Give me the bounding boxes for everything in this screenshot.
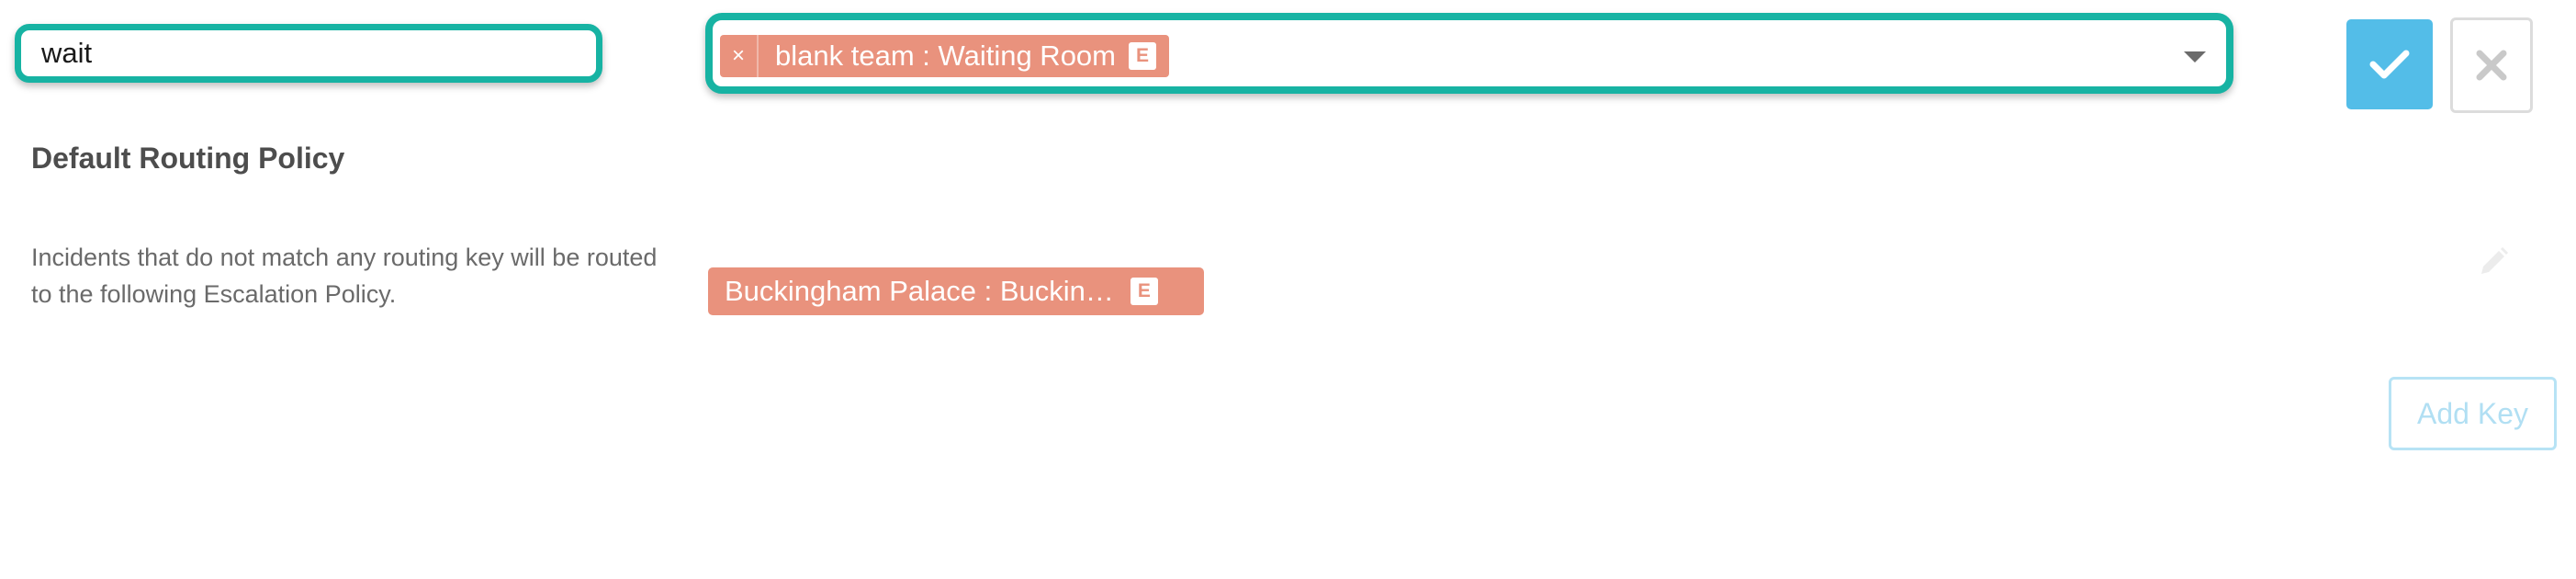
add-key-button[interactable]: Add Key xyxy=(2389,377,2557,450)
selected-policy-tag: × blank team : Waiting Room E xyxy=(720,35,1170,77)
confirm-button[interactable] xyxy=(2346,19,2433,109)
pencil-icon xyxy=(2481,247,2508,274)
default-policy-label: Buckingham Palace : Buckin… xyxy=(725,275,1114,307)
routing-key-field[interactable] xyxy=(15,24,602,83)
selected-policy-name: blank team : Waiting Room xyxy=(775,40,1117,72)
default-policy-tag: Buckingham Palace : Buckin… E xyxy=(708,267,1204,315)
close-icon xyxy=(2476,50,2507,81)
selected-policy-label: blank team : Waiting Room E xyxy=(759,35,1169,77)
routing-keys-editor: × blank team : Waiting Room E Default Ro… xyxy=(0,0,2576,579)
default-routing-policy-description: Incidents that do not match any routing … xyxy=(31,244,658,308)
escalation-policy-select[interactable]: × blank team : Waiting Room E xyxy=(705,13,2233,94)
escalation-badge: E xyxy=(1129,42,1157,70)
checkmark-icon xyxy=(2369,50,2410,79)
edit-default-policy-button[interactable] xyxy=(2474,244,2511,281)
routing-key-input[interactable] xyxy=(41,37,576,70)
remove-tag-icon[interactable]: × xyxy=(720,35,759,77)
escalation-badge: E xyxy=(1130,278,1158,305)
cancel-button[interactable] xyxy=(2450,17,2533,113)
chevron-down-icon[interactable] xyxy=(2184,51,2206,62)
default-routing-policy-title: Default Routing Policy xyxy=(31,142,345,175)
